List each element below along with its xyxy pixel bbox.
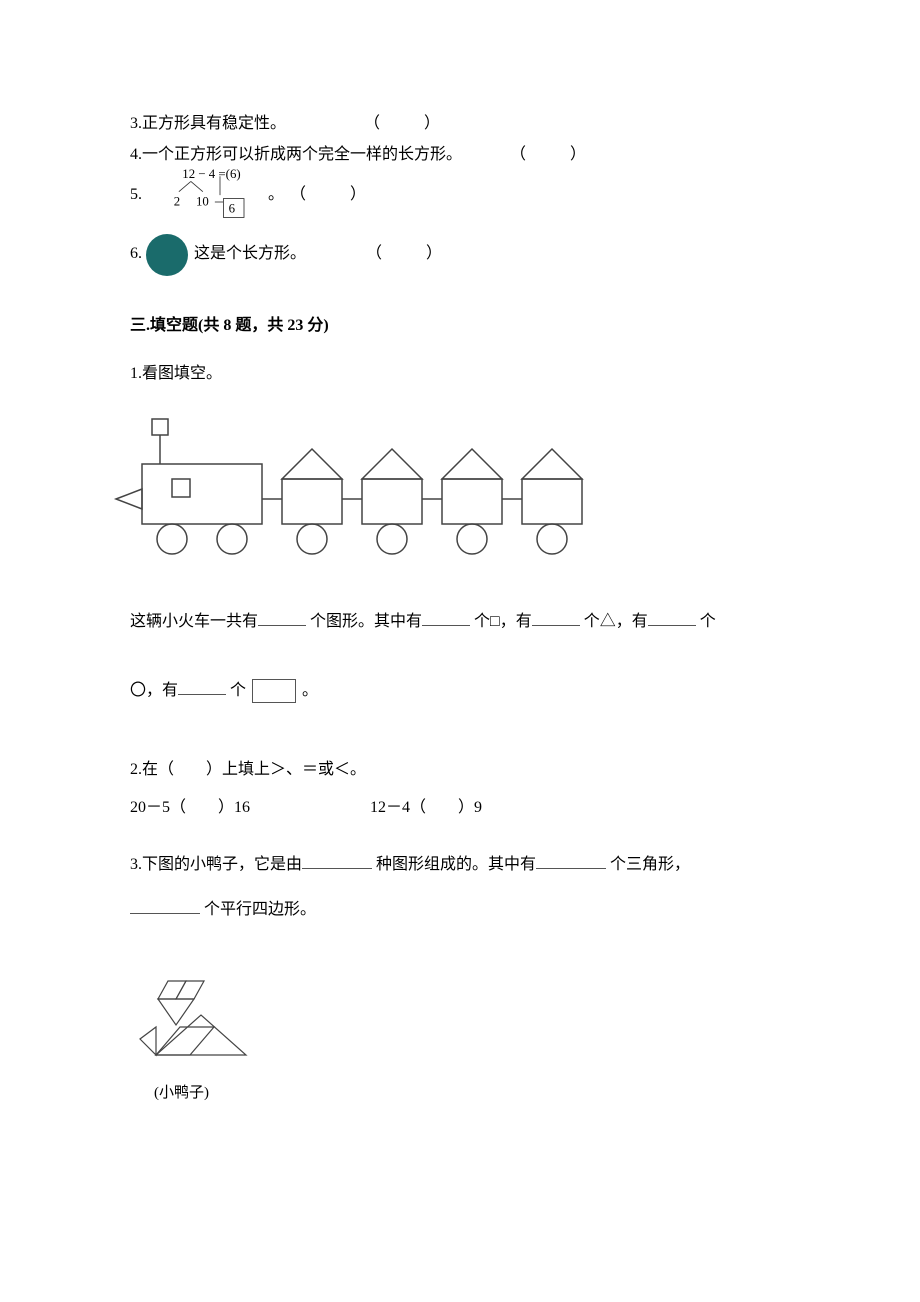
fill-q3-line1: 3.下图的小鸭子，它是由 种图形组成的。其中有 个三角形， (130, 851, 790, 880)
tf-q4-paren: （ ） (510, 146, 590, 163)
tf-q3-paren: （ ） (364, 115, 444, 132)
tf-q6-text: 这是个长方形。 (194, 240, 306, 269)
tf-q5-paren: （ ） (290, 181, 370, 210)
tf-q5-suffix: 。 (268, 181, 284, 210)
fill-q2-items: 20－5（ ）16 12－4（ ）9 (130, 794, 790, 823)
q5-left: 2 (174, 194, 180, 208)
fill-q1-line2: 〇，有 个 。 (130, 677, 790, 706)
q1-period: 。 (302, 682, 318, 699)
blank (130, 899, 200, 914)
tf-q6-prefix: 6. (130, 240, 142, 269)
blank (302, 854, 372, 869)
train-figure (112, 409, 652, 569)
q1-a: 这辆小火车一共有 (130, 613, 258, 630)
circle-icon (146, 234, 188, 276)
tf-q3-text: 3.正方形具有稳定性。 (130, 115, 286, 132)
tf-q3: 3.正方形具有稳定性。 （ ） (130, 110, 790, 139)
q3-d: 个平行四边形。 (204, 901, 316, 918)
q1-f: 〇，有 (130, 682, 178, 699)
q1-b: 个图形。其中有 (310, 613, 422, 630)
q1-g: 个 (230, 682, 246, 699)
q5-right: 10 (196, 194, 209, 208)
rect-icon (252, 679, 296, 703)
blank (178, 680, 226, 695)
duck-figure (136, 975, 256, 1065)
fill-q2-title: 2.在（ ）上填上＞、＝或＜。 (130, 756, 790, 785)
blank (532, 611, 580, 626)
fill-q1-line1: 这辆小火车一共有 个图形。其中有 个□，有 个△，有 个 (130, 608, 790, 637)
q5-eq: 12 − 4 =(6) (182, 167, 240, 181)
tf-q5: 5. 12 − 4 =(6) 2 10 6 。 （ ） (130, 166, 790, 226)
blank (258, 611, 306, 626)
fill-q3-line2: 个平行四边形。 (130, 896, 790, 925)
q2-b: 12－4（ ）9 (370, 794, 482, 823)
tf-q5-prefix: 5. (130, 181, 142, 210)
q1-c: 个□，有 (474, 613, 532, 630)
blank (536, 854, 606, 869)
q3-a: 3.下图的小鸭子，它是由 (130, 856, 302, 873)
blank (422, 611, 470, 626)
tf-q4-text: 4.一个正方形可以折成两个完全一样的长方形。 (130, 146, 462, 163)
duck-figure-wrap: (小鸭子) (136, 975, 790, 1107)
q2-a: 20－5（ ）16 (130, 794, 250, 823)
q1-e: 个 (700, 613, 716, 630)
q5-diagram: 12 − 4 =(6) 2 10 6 (148, 166, 268, 226)
q5-box: 6 (229, 201, 236, 215)
tf-q6: 6. 这是个长方形。 （ ） (130, 234, 790, 276)
duck-caption: (小鸭子) (154, 1080, 790, 1107)
blank (648, 611, 696, 626)
tf-q6-paren: （ ） (366, 240, 446, 269)
fill-q1-title: 1.看图填空。 (130, 360, 790, 389)
q3-c: 个三角形， (610, 856, 690, 873)
section-three-heading: 三.填空题(共 8 题，共 23 分) (130, 312, 790, 341)
q3-b: 种图形组成的。其中有 (376, 856, 536, 873)
q1-d: 个△，有 (584, 613, 648, 630)
